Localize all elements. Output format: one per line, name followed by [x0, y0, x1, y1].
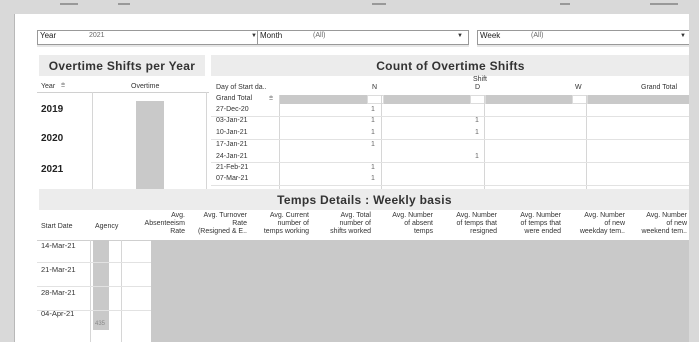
date-row-label: 21-Feb-21 — [216, 164, 249, 171]
date-row-label: 07-Mar-21 — [216, 175, 249, 182]
sort-icon[interactable]: ⩧ — [269, 95, 273, 103]
month-filter-value: (All) — [313, 32, 326, 39]
year-filter-label: Year — [40, 31, 57, 40]
count-cell: 1 — [475, 117, 479, 124]
year-row-label: 2020 — [41, 133, 64, 144]
shift-column-d: D — [475, 84, 481, 91]
count-cell: 1 — [475, 129, 479, 136]
date-row-label: 27-Dec-20 — [216, 106, 249, 113]
day-of-start-header: Day of Start da.. — [216, 84, 267, 91]
month-filter-label: Month — [260, 31, 283, 40]
window-left-frame — [0, 14, 14, 342]
date-row-label: 17-Jan-21 — [216, 141, 248, 148]
window-top-frame — [0, 0, 699, 14]
metric-header: Avg. Number of temps that resigned — [456, 212, 497, 235]
count-cell: 1 — [371, 141, 375, 148]
agency-header: Agency — [95, 223, 119, 230]
year-row-label: 2019 — [41, 104, 64, 115]
divider — [586, 95, 587, 195]
overtime-bar-area — [136, 101, 164, 195]
metric-header: Avg. Total number of shifts worked — [330, 212, 371, 235]
count-cell: 1 — [475, 153, 479, 160]
week-start-date: 04-Apr-21 — [41, 309, 75, 318]
year-column-header: Year — [41, 83, 56, 90]
row-divider — [211, 116, 689, 117]
divider — [279, 95, 280, 195]
count-cell: 1 — [371, 129, 375, 136]
week-start-date: 14-Mar-21 — [41, 241, 76, 250]
count-cell: 1 — [371, 106, 375, 113]
divider — [381, 95, 382, 195]
metric-header: Avg. Number of new weekday tem.. — [579, 212, 625, 235]
start-date-header: Start Date — [41, 223, 73, 230]
metric-header: Avg. Number of temps that were ended — [520, 212, 561, 235]
row-divider — [37, 286, 151, 287]
window-right-frame — [689, 14, 699, 342]
divider — [90, 240, 91, 342]
metric-header: Avg. Current number of temps working — [263, 212, 309, 235]
chevron-down-icon[interactable]: ▼ — [457, 33, 463, 39]
overtime-count-title: Count of Overtime Shifts — [211, 55, 689, 76]
chevron-down-icon[interactable]: ▼ — [680, 33, 686, 39]
metric-header: Avg. Number of absent temps — [392, 212, 433, 235]
count-cell: 1 — [371, 175, 375, 182]
agency-value: 435 — [95, 321, 106, 327]
row-divider — [211, 139, 689, 140]
grand-total-column: Grand Total — [641, 84, 678, 91]
metrics-data-area — [151, 240, 689, 342]
divider — [206, 92, 207, 195]
divider — [92, 92, 93, 195]
metric-header: Avg. Number of new weekend tem.. — [641, 212, 687, 235]
year-row-label: 2021 — [41, 164, 64, 175]
date-row-label: 24-Jan-21 — [216, 153, 248, 160]
agency-data-area — [93, 240, 109, 330]
overtime-column-header: Overtime — [131, 83, 160, 90]
week-filter-value: (All) — [531, 32, 544, 39]
temps-details-title: Temps Details : Weekly basis — [39, 189, 689, 210]
overtime-per-year-title: Overtime Shifts per Year — [39, 55, 205, 76]
row-divider — [211, 185, 689, 186]
week-start-date: 21-Mar-21 — [41, 265, 76, 274]
divider — [121, 240, 122, 342]
metric-header: Avg. Turnover Rate (Resigned & E.. — [197, 212, 247, 235]
shift-column-n: N — [372, 84, 378, 91]
toolbar-mark — [650, 3, 678, 5]
week-start-date: 28-Mar-21 — [41, 288, 76, 297]
count-cell: 1 — [371, 164, 375, 171]
metric-header: Avg. Absenteeism Rate — [144, 212, 185, 235]
toolbar-mark — [372, 3, 386, 5]
dashboard-canvas: Year 2021 ▼ Month (All) ▼ Week (All) ▼ O… — [14, 14, 689, 342]
week-filter-label: Week — [480, 31, 501, 40]
date-row-label: 10-Jan-21 — [216, 129, 248, 136]
row-divider — [37, 262, 151, 263]
year-filter-value: 2021 — [89, 32, 105, 39]
sort-icon[interactable]: ⩧ — [61, 82, 65, 90]
toolbar-mark — [560, 3, 570, 5]
row-divider — [211, 162, 689, 163]
shift-column-w: W — [575, 84, 582, 91]
toolbar-mark — [118, 3, 130, 5]
divider — [37, 92, 209, 93]
grand-total-row-label: Grand Total — [216, 95, 253, 102]
divider — [484, 95, 485, 195]
shift-header: Shift — [473, 76, 488, 83]
toolbar-mark — [60, 3, 78, 5]
date-row-label: 03-Jan-21 — [216, 117, 248, 124]
count-cell: 1 — [371, 117, 375, 124]
